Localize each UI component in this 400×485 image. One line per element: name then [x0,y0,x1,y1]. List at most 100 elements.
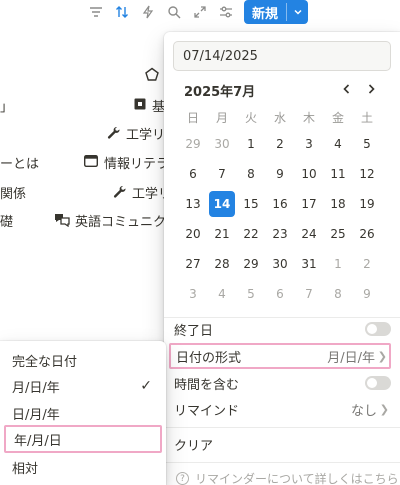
calendar-day[interactable]: 5 [354,131,380,157]
filter-icon[interactable] [86,2,106,22]
calendar-day[interactable]: 2 [267,131,293,157]
format-option-dmy[interactable]: 日/月/年 [4,399,162,427]
board-item[interactable]: 関係 [0,183,26,202]
end-date-row[interactable]: 終了日 [169,316,391,342]
board-item[interactable]: 情報リテラ [104,153,169,172]
format-option-label: 年/月/日 [14,433,62,449]
help-icon: ? [176,472,189,485]
search-icon[interactable] [164,2,184,22]
reminder-help-link[interactable]: ? リマインダーについて詳しくはこちら [176,470,399,485]
calendar-day[interactable]: 6 [180,161,206,187]
weekday-label: 月 [215,111,228,125]
calendar-day[interactable]: 30 [267,251,293,277]
calendar-day[interactable]: 27 [180,251,206,277]
calendar-day[interactable]: 30 [209,131,235,157]
prev-month-icon[interactable] [336,78,358,100]
format-option-ymd[interactable]: 年/月/日 [4,425,162,453]
calendar-day[interactable]: 5 [238,281,264,307]
calendar-day[interactable]: 9 [354,281,380,307]
expand-icon[interactable] [190,2,210,22]
calendar-day[interactable]: 1 [238,131,264,157]
include-time-row[interactable]: 時間を含む [169,370,391,396]
clear-button[interactable]: クリア [169,431,391,457]
board-item[interactable]: 」 [0,96,13,115]
calendar-day[interactable]: 17 [296,191,322,217]
date-picker-popover: 07/14/2025 2025年7月 日 月 火 水 木 金 土 29 30 1 2 3… [164,32,400,485]
board-item[interactable]: ーとは [0,153,39,172]
calendar-day[interactable]: 8 [238,161,264,187]
calendar-day[interactable]: 25 [325,221,351,247]
calendar-day[interactable]: 4 [209,281,235,307]
sort-icon[interactable] [112,2,132,22]
date-format-menu: 完全な日付 月/日/年 ✓ 日/月/年 年/月/日 相対 [0,341,166,485]
calendar-day[interactable]: 10 [296,161,322,187]
include-time-toggle[interactable] [365,376,391,390]
clear-label: クリア [174,438,214,454]
date-format-label: 日付の形式 [176,350,242,366]
calendar-day[interactable]: 21 [209,221,235,247]
help-text: リマインダーについて詳しくはこちら [195,472,399,485]
end-date-toggle[interactable] [365,322,391,336]
weekday-label: 日 [186,111,199,125]
calendar-day[interactable]: 15 [238,191,264,217]
calendar-day[interactable]: 6 [267,281,293,307]
calendar-day[interactable]: 24 [296,221,322,247]
reminder-label: リマインド [174,403,240,419]
calendar-day[interactable]: 22 [238,221,264,247]
weekday-label: 金 [331,111,344,125]
calendar-day[interactable]: 2 [354,251,380,277]
reminder-row[interactable]: リマインド なし ❯ [169,396,391,422]
next-month-icon[interactable] [360,78,382,100]
calendar-day[interactable]: 29 [180,131,206,157]
format-option-label: 日/月/年 [12,407,60,423]
calendar-day[interactable]: 8 [325,281,351,307]
weekday-label: 土 [360,111,373,125]
calendar-day[interactable]: 18 [325,191,351,217]
wrench-icon [107,126,121,144]
date-format-value: 月/日/年 [327,350,375,366]
board-item[interactable]: 英語コミュニク [75,211,166,230]
calendar-day[interactable]: 28 [209,251,235,277]
divider [164,462,400,463]
settings-icon[interactable] [216,2,236,22]
calendar-day[interactable]: 7 [209,161,235,187]
weekday-label: 木 [302,111,315,125]
chevron-down-icon[interactable] [287,0,308,24]
weekday-label: 水 [273,111,286,125]
calendar-day[interactable]: 26 [354,221,380,247]
reminder-value: なし [350,403,377,419]
automation-icon[interactable] [138,2,158,22]
calendar-day[interactable]: 31 [296,251,322,277]
calendar-day[interactable]: 20 [180,221,206,247]
calendar-day[interactable]: 19 [354,191,380,217]
divider [164,427,400,428]
date-format-row[interactable]: 日付の形式 月/日/年 ❯ [169,343,391,369]
format-option-label: 月/日/年 [12,380,60,396]
calendar-day[interactable]: 9 [267,161,293,187]
new-button[interactable]: 新規 [244,0,308,24]
format-option-relative[interactable]: 相対 [4,453,162,481]
month-title: 2025年7月 [184,85,256,100]
calendar-day[interactable]: 14 [209,191,235,217]
pentagon-icon [144,67,160,87]
calendar-day[interactable]: 23 [267,221,293,247]
format-option-label: 相対 [12,461,39,477]
calendar-day[interactable]: 1 [325,251,351,277]
calendar-day[interactable]: 16 [267,191,293,217]
calendar-day[interactable]: 29 [238,251,264,277]
calendar-day[interactable]: 11 [325,161,351,187]
chevron-right-icon: ❯ [377,349,387,363]
calendar-day[interactable]: 13 [180,191,206,217]
chat-translate-icon [54,212,70,231]
format-option-full[interactable]: 完全な日付 [4,346,162,374]
calendar-day[interactable]: 3 [180,281,206,307]
board-item[interactable]: 礎 [0,211,13,230]
calendar-day[interactable]: 4 [325,131,351,157]
calendar-day[interactable]: 7 [296,281,322,307]
end-date-label: 終了日 [174,323,214,339]
calendar-day[interactable]: 12 [354,161,380,187]
calendar-day[interactable]: 3 [296,131,322,157]
board-item[interactable]: 工学リ [126,124,165,143]
format-option-mdy[interactable]: 月/日/年 ✓ [4,372,162,400]
date-input[interactable]: 07/14/2025 [173,41,391,71]
